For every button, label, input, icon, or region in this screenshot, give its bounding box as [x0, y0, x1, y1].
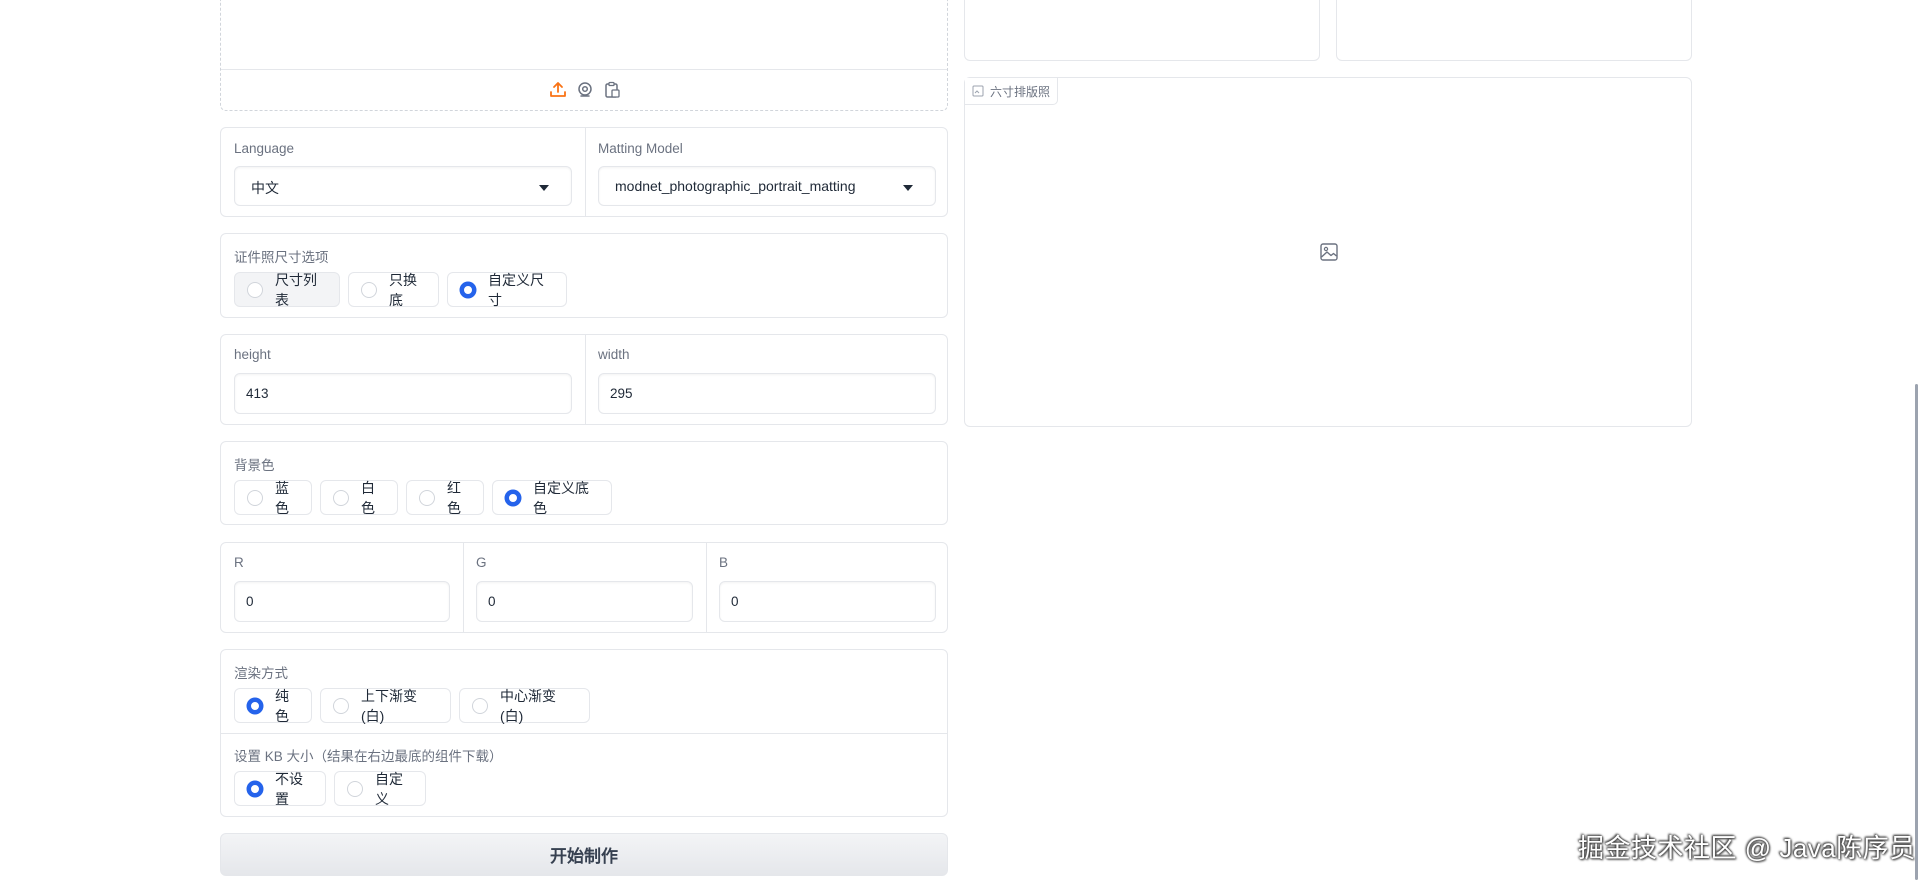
webcam-icon[interactable]: [576, 81, 594, 99]
rgb-block: R 0 G 0 B 0: [220, 542, 948, 633]
radio-vertical-gradient[interactable]: 上下渐变(白): [320, 687, 451, 724]
watermark: 掘金技术社区 @ Java陈序员: [1578, 833, 1916, 863]
radio-dot: [247, 281, 263, 298]
radio-dot: [333, 697, 349, 714]
six-inch-layout-label: 六寸排版照: [990, 84, 1051, 99]
image-icon: [972, 85, 984, 97]
section-divider: [221, 733, 947, 734]
image-upload-area[interactable]: [220, 0, 948, 111]
b-label: B: [719, 555, 729, 570]
six-inch-layout-tag: 六寸排版照: [965, 78, 1059, 105]
page-scrollbar[interactable]: [1915, 384, 1918, 880]
radio-dot: [247, 697, 263, 714]
radio-label: 尺寸列表: [275, 271, 317, 308]
radio-center-gradient[interactable]: 中心渐变(白): [459, 687, 590, 724]
height-input[interactable]: 413: [234, 373, 572, 414]
radio-dot: [472, 697, 488, 714]
r-label: R: [234, 555, 244, 570]
radio-dot: [361, 281, 377, 298]
radio-dot: [505, 489, 521, 506]
radio-dot: [419, 489, 435, 506]
radio-dot: [333, 489, 349, 506]
radio-label: 红色: [447, 479, 461, 516]
matting-model-dropdown[interactable]: modnet_photographic_portrait_matting: [598, 166, 936, 206]
language-dropdown[interactable]: 中文: [234, 166, 572, 206]
column-divider: [706, 543, 707, 632]
background-color-label: 背景色: [234, 458, 275, 473]
chevron-down-icon: [903, 185, 913, 191]
upload-toolbar-divider: [221, 69, 947, 70]
result-image-panel-right: [1336, 0, 1692, 61]
radio-label: 中心渐变(白): [500, 687, 556, 724]
chevron-down-icon: [539, 185, 549, 191]
size-options-label: 证件照尺寸选项: [234, 250, 329, 265]
radio-custom-kb[interactable]: 自定义: [334, 770, 426, 807]
background-color-block: 背景色 蓝色 白色 红色 自定义底色: [220, 441, 948, 525]
radio-blue[interactable]: 蓝色: [234, 479, 312, 516]
g-input[interactable]: 0: [476, 581, 693, 622]
radio-custom-color[interactable]: 自定义底色: [492, 479, 612, 516]
g-label: G: [476, 555, 487, 570]
result-image-panel-left: [964, 0, 1320, 61]
radio-custom-size[interactable]: 自定义尺寸: [447, 271, 567, 308]
language-value: 中文: [251, 180, 279, 196]
upload-icon[interactable]: [549, 81, 567, 99]
radio-size-list[interactable]: 尺寸列表: [234, 271, 340, 308]
language-label: Language: [234, 141, 295, 156]
radio-label: 自定义: [375, 770, 403, 807]
height-label: height: [234, 347, 271, 362]
dimensions-block: height 413 width 295: [220, 334, 948, 425]
r-input[interactable]: 0: [234, 581, 450, 622]
radio-label: 不设置: [275, 770, 303, 807]
column-divider: [585, 128, 586, 216]
column-divider: [463, 543, 464, 632]
radio-no-kb-limit[interactable]: 不设置: [234, 770, 326, 807]
radio-dot: [247, 489, 263, 506]
radio-red[interactable]: 红色: [406, 479, 484, 516]
model-settings-row: Language 中文 Matting Model modnet_photogr…: [220, 127, 948, 217]
radio-solid[interactable]: 纯色: [234, 687, 312, 724]
radio-label: 自定义尺寸: [488, 271, 544, 308]
radio-label: 白色: [361, 479, 375, 516]
render-settings-block: 渲染方式 纯色 上下渐变(白) 中心渐变(白) 设置 KB 大小（结果在右边最底…: [220, 649, 948, 817]
size-options-block: 证件照尺寸选项 尺寸列表 只换底 自定义尺寸: [220, 233, 948, 318]
matting-model-label: Matting Model: [598, 141, 683, 156]
radio-dot: [347, 780, 363, 797]
start-button[interactable]: 开始制作: [220, 833, 948, 876]
radio-label: 纯色: [275, 687, 289, 724]
radio-dot: [460, 281, 476, 298]
kb-size-label: 设置 KB 大小（结果在右边最底的组件下载）: [234, 749, 503, 764]
radio-white[interactable]: 白色: [320, 479, 398, 516]
radio-label: 只换底: [389, 271, 417, 308]
image-placeholder-icon: [1319, 242, 1339, 262]
radio-label: 上下渐变(白): [361, 687, 417, 724]
width-label: width: [598, 347, 630, 362]
b-input[interactable]: 0: [719, 581, 936, 622]
column-divider: [585, 335, 586, 424]
radio-label: 自定义底色: [533, 479, 589, 516]
clipboard-icon[interactable]: [603, 81, 621, 99]
radio-dot: [247, 780, 263, 797]
matting-model-value: modnet_photographic_portrait_matting: [615, 178, 856, 194]
six-inch-layout-panel: 六寸排版照: [964, 77, 1692, 427]
radio-only-change-bg[interactable]: 只换底: [348, 271, 439, 308]
width-input[interactable]: 295: [598, 373, 936, 414]
render-mode-label: 渲染方式: [234, 666, 288, 681]
radio-label: 蓝色: [275, 479, 289, 516]
